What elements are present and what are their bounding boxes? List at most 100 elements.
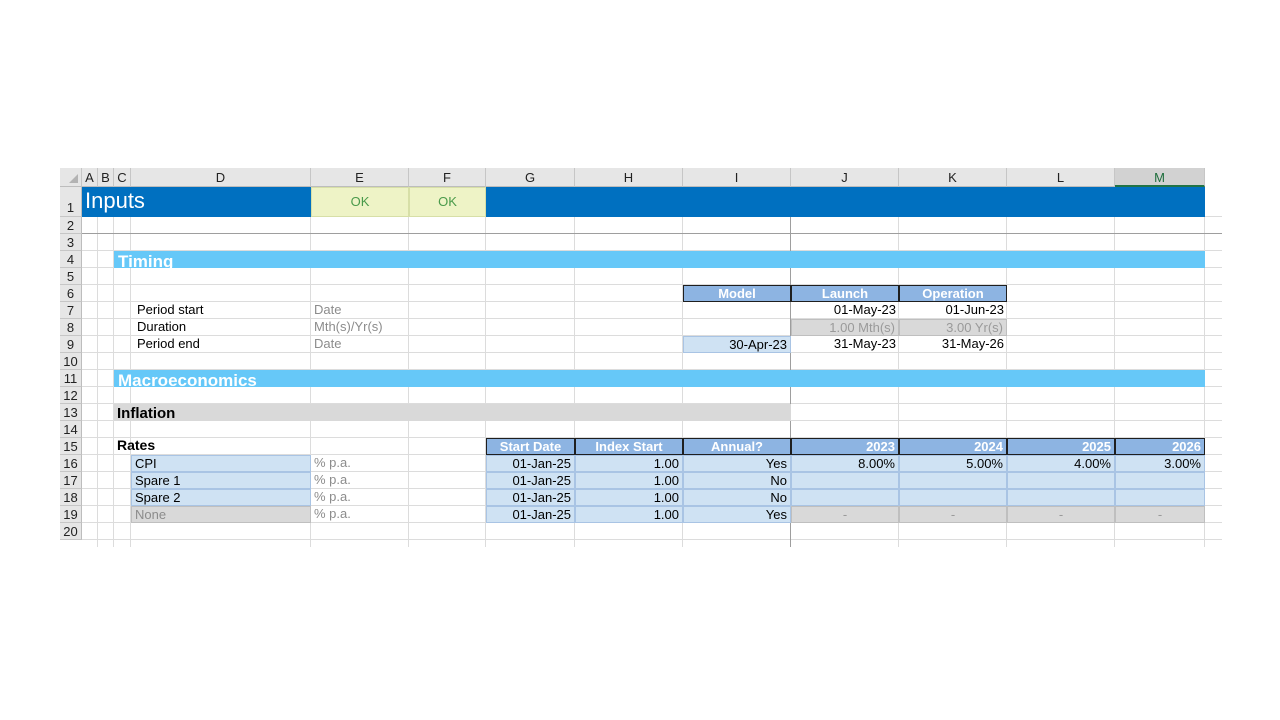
timing-unit[interactable]: Mth(s)/Yr(s) <box>311 319 409 336</box>
rate-2026[interactable] <box>1115 472 1205 489</box>
row-header-4[interactable]: 4 <box>60 251 82 268</box>
header-2026[interactable]: 2026 <box>1115 438 1205 455</box>
row-header-6[interactable]: 6 <box>60 285 82 302</box>
column-header-k[interactable]: K <box>899 168 1007 187</box>
timing-unit[interactable]: Date <box>311 336 409 353</box>
rate-annual[interactable]: Yes <box>683 455 791 472</box>
row-header-11[interactable]: 11 <box>60 370 82 387</box>
timing-launch-value[interactable]: 31-May-23 <box>791 336 899 353</box>
rate-2025[interactable]: 4.00% <box>1007 455 1115 472</box>
row-header-2[interactable]: 2 <box>60 217 82 234</box>
row-header-8[interactable]: 8 <box>60 319 82 336</box>
rate-annual[interactable]: No <box>683 472 791 489</box>
timing-model-value[interactable]: 30-Apr-23 <box>683 336 791 353</box>
select-all-corner[interactable] <box>60 168 82 187</box>
row-header-13[interactable]: 13 <box>60 404 82 421</box>
rate-label[interactable]: None <box>131 506 311 523</box>
rate-start-date[interactable]: 01-Jan-25 <box>486 455 575 472</box>
rate-2026[interactable]: - <box>1115 506 1205 523</box>
rate-unit[interactable]: % p.a. <box>311 506 409 523</box>
timing-label[interactable]: Period end <box>131 336 311 353</box>
header-start-date[interactable]: Start Date <box>486 438 575 455</box>
column-header-i[interactable]: I <box>683 168 791 187</box>
timing-label[interactable]: Duration <box>131 319 311 336</box>
row-header-14[interactable]: 14 <box>60 421 82 438</box>
header-index-start[interactable]: Index Start <box>575 438 683 455</box>
header-2025[interactable]: 2025 <box>1007 438 1115 455</box>
section-macroeconomics[interactable]: Macroeconomics <box>114 370 1205 387</box>
rates-label[interactable]: Rates <box>114 438 311 455</box>
header-2023[interactable]: 2023 <box>791 438 899 455</box>
rate-index-start[interactable]: 1.00 <box>575 472 683 489</box>
column-header-c[interactable]: C <box>114 168 131 187</box>
rate-index-start[interactable]: 1.00 <box>575 506 683 523</box>
rate-2024[interactable]: 5.00% <box>899 455 1007 472</box>
row-header-12[interactable]: 12 <box>60 387 82 404</box>
rate-index-start[interactable]: 1.00 <box>575 455 683 472</box>
rate-index-start[interactable]: 1.00 <box>575 489 683 506</box>
rate-start-date[interactable]: 01-Jan-25 <box>486 472 575 489</box>
page-title[interactable]: Inputs <box>82 187 311 217</box>
rate-unit[interactable]: % p.a. <box>311 489 409 506</box>
row-header-18[interactable]: 18 <box>60 489 82 506</box>
column-header-g[interactable]: G <box>486 168 575 187</box>
rate-2024[interactable] <box>899 472 1007 489</box>
header-model[interactable]: Model <box>683 285 791 302</box>
rate-annual[interactable]: No <box>683 489 791 506</box>
header-operation[interactable]: Operation <box>899 285 1007 302</box>
row-header-9[interactable]: 9 <box>60 336 82 353</box>
header-launch[interactable]: Launch <box>791 285 899 302</box>
rate-2024[interactable]: - <box>899 506 1007 523</box>
column-header-b[interactable]: B <box>98 168 114 187</box>
spreadsheet-grid[interactable]: A B C D E F G H I J K L M 1 2 3 4 5 6 7 8 9 10 11 12 13 14 15 16 17 18… <box>60 168 1222 555</box>
rate-2025[interactable]: - <box>1007 506 1115 523</box>
rate-start-date[interactable]: 01-Jan-25 <box>486 506 575 523</box>
rate-2024[interactable] <box>899 489 1007 506</box>
timing-unit[interactable]: Date <box>311 302 409 319</box>
timing-operation-value[interactable]: 01-Jun-23 <box>899 302 1007 319</box>
rate-unit[interactable]: % p.a. <box>311 455 409 472</box>
column-header-m[interactable]: M <box>1115 168 1205 187</box>
column-header-j[interactable]: J <box>791 168 899 187</box>
check-e1[interactable]: OK <box>311 187 409 217</box>
row-header-1[interactable]: 1 <box>60 187 82 217</box>
column-header-h[interactable]: H <box>575 168 683 187</box>
rate-2023[interactable] <box>791 472 899 489</box>
rate-2026[interactable] <box>1115 489 1205 506</box>
rate-2023[interactable] <box>791 489 899 506</box>
rate-annual[interactable]: Yes <box>683 506 791 523</box>
row-header-17[interactable]: 17 <box>60 472 82 489</box>
rate-2023[interactable]: - <box>791 506 899 523</box>
row-header-19[interactable]: 19 <box>60 506 82 523</box>
timing-label[interactable]: Period start <box>131 302 311 319</box>
header-annual[interactable]: Annual? <box>683 438 791 455</box>
column-header-f[interactable]: F <box>409 168 486 187</box>
column-header-d[interactable]: D <box>131 168 311 187</box>
timing-operation-value[interactable]: 31-May-26 <box>899 336 1007 353</box>
rate-label[interactable]: Spare 1 <box>131 472 311 489</box>
rate-label[interactable]: CPI <box>131 455 311 472</box>
row-header-20[interactable]: 20 <box>60 523 82 540</box>
header-2024[interactable]: 2024 <box>899 438 1007 455</box>
row-header-5[interactable]: 5 <box>60 268 82 285</box>
rate-2025[interactable] <box>1007 472 1115 489</box>
rate-2025[interactable] <box>1007 489 1115 506</box>
row-header-7[interactable]: 7 <box>60 302 82 319</box>
row-header-16[interactable]: 16 <box>60 455 82 472</box>
column-header-a[interactable]: A <box>82 168 98 187</box>
row-header-10[interactable]: 10 <box>60 353 82 370</box>
timing-launch-value[interactable]: 1.00 Mth(s) <box>791 319 899 336</box>
subsection-inflation[interactable]: Inflation <box>114 404 791 421</box>
row-header-3[interactable]: 3 <box>60 234 82 251</box>
rate-2023[interactable]: 8.00% <box>791 455 899 472</box>
timing-operation-value[interactable]: 3.00 Yr(s) <box>899 319 1007 336</box>
rate-unit[interactable]: % p.a. <box>311 472 409 489</box>
column-header-l[interactable]: L <box>1007 168 1115 187</box>
section-timing[interactable]: Timing <box>114 251 1205 268</box>
rate-2026[interactable]: 3.00% <box>1115 455 1205 472</box>
column-header-e[interactable]: E <box>311 168 409 187</box>
rate-label[interactable]: Spare 2 <box>131 489 311 506</box>
rate-start-date[interactable]: 01-Jan-25 <box>486 489 575 506</box>
row-header-15[interactable]: 15 <box>60 438 82 455</box>
timing-launch-value[interactable]: 01-May-23 <box>791 302 899 319</box>
